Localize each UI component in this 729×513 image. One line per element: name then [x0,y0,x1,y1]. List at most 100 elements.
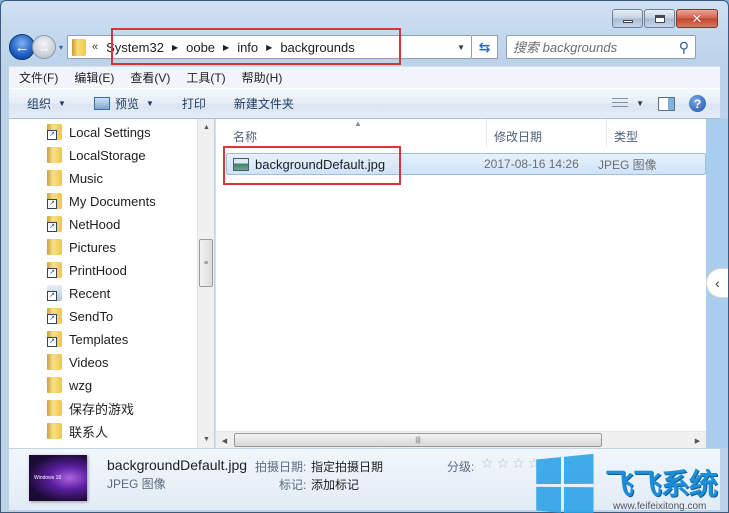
nav-item-label: LocalStorage [69,147,146,163]
file-row[interactable]: backgroundDefault.jpg 2017-08-16 14:26 J… [226,153,706,175]
nav-pane-scrollbar[interactable]: ▲ ≡ ▼ [197,119,214,448]
menu-edit[interactable]: 编辑(E) [74,69,114,86]
column-modified[interactable]: 修改日期 [494,128,542,145]
history-dropdown[interactable]: ▾ [59,43,63,52]
menu-help[interactable]: 帮助(H) [242,69,283,86]
nav-item[interactable]: Videos [47,352,109,372]
column-divider[interactable] [606,119,607,147]
nav-item[interactable]: 保存的游戏 [47,398,134,418]
star-icon[interactable]: ☆ [528,455,541,472]
nav-item[interactable]: LocalStorage [47,145,146,165]
explorer-window: ✕ ← → ▾ « System32 ▶ oobe ▶ info ▶ backg… [0,0,729,513]
breadcrumb-arrow-icon[interactable]: ▶ [266,43,272,52]
nav-item-label: Recent [69,285,111,301]
breadcrumb-arrow-icon[interactable]: ▶ [223,43,229,52]
menu-view[interactable]: 查看(V) [130,69,170,86]
menu-tools[interactable]: 工具(T) [186,69,225,86]
minimize-button[interactable] [612,9,643,28]
breadcrumb-arrow-icon[interactable]: ▶ [172,43,178,52]
maximize-button[interactable] [644,9,675,28]
nav-item-label: Templates [69,331,129,347]
scroll-left-arrow-icon[interactable]: ◀ [216,432,233,449]
search-icon[interactable]: ⚲ [679,39,689,56]
folder-icon [47,239,62,255]
nav-item-label: Videos [69,354,109,370]
nav-item[interactable]: 联系人 [47,421,108,441]
column-divider[interactable] [486,119,487,147]
nav-item[interactable]: Music [47,168,103,188]
new-folder-button[interactable]: 新建文件夹 [234,95,294,112]
date-taken-value[interactable]: 指定拍摄日期 [311,458,383,475]
file-modified: 2017-08-16 14:26 [484,157,579,171]
shortcut-folder-icon [47,331,62,347]
refresh-icon: ⇆ [478,38,491,55]
forward-arrow-icon: → [37,39,51,55]
preview-label: 预览 [114,97,139,111]
change-view-icon[interactable] [612,97,629,110]
refresh-button[interactable]: ⇆ [472,35,499,59]
folder-icon [47,377,62,393]
nav-item[interactable]: PrintHood [47,260,127,280]
print-label: 打印 [181,97,206,111]
column-name[interactable]: 名称 [233,128,257,145]
nav-item[interactable]: Recent [47,283,110,303]
file-list-hscrollbar[interactable]: ◀ ||| ▶ [216,431,706,448]
close-button[interactable]: ✕ [676,9,718,28]
thumbnail-caption: Windows 10 [34,475,62,481]
scroll-thumb[interactable]: ||| [234,433,602,447]
nav-item-label: 联系人 [69,424,109,440]
breadcrumb-overflow[interactable]: « [92,41,98,53]
recent-shortcut-icon [47,285,62,301]
navigation-row: ← → ▾ « System32 ▶ oobe ▶ info ▶ backgro… [9,34,720,60]
collapse-pane-button[interactable]: ‹ [706,268,728,298]
menu-file[interactable]: 文件(F) [19,69,58,86]
scroll-thumb[interactable]: ≡ [199,239,213,287]
forward-button[interactable]: → [32,35,56,59]
nav-item[interactable]: My Documents [47,191,156,211]
column-type[interactable]: 类型 [614,128,638,145]
menu-bar: 文件(F) 编辑(E) 查看(V) 工具(T) 帮助(H) [9,66,720,88]
folder-icon [47,170,62,186]
tags-label: 标记: [279,478,307,492]
address-bar[interactable]: « System32 ▶ oobe ▶ info ▶ backgrounds ▼ [67,35,473,59]
scroll-down-arrow-icon[interactable]: ▼ [198,431,215,448]
help-icon[interactable]: ? [689,95,706,112]
tags-value[interactable]: 添加标记 [311,476,359,493]
preview-pane-icon[interactable] [658,96,675,111]
command-bar: 组织 ▼ 预览 ▼ 打印 新建文件夹 ▼ ? [9,88,720,119]
search-box[interactable]: ⚲ [506,35,697,59]
breadcrumb-backgrounds[interactable]: backgrounds [280,40,354,55]
nav-item-label: PrintHood [69,262,127,278]
star-icon[interactable]: ☆ [543,455,556,472]
nav-item[interactable]: SendTo [47,306,113,326]
rating-stars[interactable]: ☆ ☆ ☆ ☆ ☆ [481,455,556,472]
column-headers: ▲ 名称 修改日期 类型 [216,119,706,147]
print-button[interactable]: 打印 [182,95,206,112]
organize-label: 组织 [27,97,52,111]
details-file-type: JPEG 图像 [107,477,166,491]
preview-button[interactable]: 预览 ▼ [93,95,154,112]
nav-item[interactable]: Local Settings [47,122,151,142]
sort-ascending-icon: ▲ [354,119,362,128]
nav-item[interactable]: Templates [47,329,128,349]
nav-item[interactable]: Pictures [47,237,116,257]
star-icon[interactable]: ☆ [481,455,494,472]
nav-item-label: Pictures [69,239,116,255]
star-icon[interactable]: ☆ [497,455,510,472]
breadcrumb-system32[interactable]: System32 [106,40,164,55]
scroll-right-arrow-icon[interactable]: ▶ [689,432,706,449]
rating-label: 分级: [447,460,475,474]
maximize-icon [654,14,665,23]
nav-item[interactable]: NetHood [47,214,120,234]
shortcut-folder-icon [47,216,62,232]
breadcrumb-oobe[interactable]: oobe [186,40,215,55]
organize-button[interactable]: 组织 ▼ [27,95,66,112]
scroll-up-arrow-icon[interactable]: ▲ [198,119,215,136]
search-input[interactable] [513,39,664,55]
view-options-dropdown-icon[interactable]: ▼ [636,99,644,108]
breadcrumb-info[interactable]: info [237,40,258,55]
star-icon[interactable]: ☆ [512,455,525,472]
nav-item[interactable]: wzg [47,375,92,395]
address-dropdown-icon[interactable]: ▼ [457,43,465,52]
nav-item-label: wzg [69,377,93,393]
